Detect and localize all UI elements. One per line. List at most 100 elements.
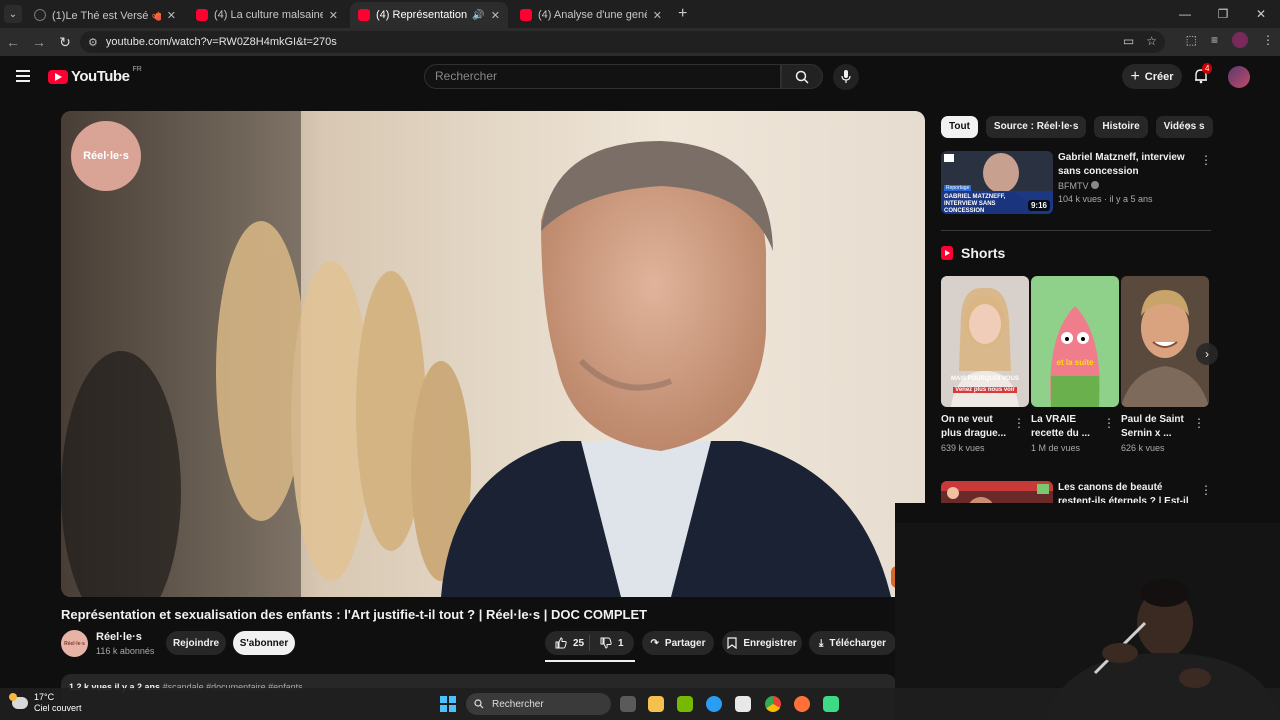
- short-thumbnail-image: [1121, 276, 1209, 407]
- chevron-right-icon[interactable]: ›: [1186, 119, 1190, 134]
- hamburger-menu-icon[interactable]: [16, 70, 30, 82]
- forward-icon[interactable]: →: [26, 34, 52, 50]
- file-explorer-icon[interactable]: [648, 696, 664, 712]
- recommendation-item[interactable]: Reportage GABRIEL MATZNEFF, INTERVIEW SA…: [941, 151, 1212, 214]
- search-input[interactable]: Rechercher: [424, 64, 781, 89]
- short-item[interactable]: MAIS POURQUOI VOUS Venez plus nous voir …: [941, 276, 1029, 453]
- short-views: 626 k vues: [1121, 443, 1165, 453]
- chip-videos[interactable]: Vidéos s: [1155, 116, 1213, 138]
- short-thumbnail[interactable]: [1121, 276, 1209, 407]
- short-item[interactable]: et la suite La VRAIE recette du ... 1 M …: [1031, 276, 1119, 453]
- new-tab-icon[interactable]: +: [678, 5, 687, 23]
- browser-tab-3[interactable]: (4) Représentation et sexua 🔊 ✕: [350, 2, 508, 28]
- weather-widget[interactable]: 17°C Ciel couvert: [9, 692, 82, 714]
- reading-list-icon[interactable]: ≡: [1211, 33, 1218, 47]
- weather-cloud-icon: [9, 693, 28, 709]
- tab-title: (4) Représentation et sexua: [376, 9, 468, 21]
- short-title[interactable]: La VRAIE recette du ...: [1031, 413, 1103, 441]
- share-icon: ↷: [650, 637, 659, 649]
- notifications-button[interactable]: 4: [1193, 63, 1213, 84]
- like-count: 25: [573, 637, 585, 649]
- site-info-icon[interactable]: ⚙: [88, 36, 98, 49]
- video-player[interactable]: Réel·le·s: [61, 111, 925, 597]
- verified-icon: [1091, 181, 1100, 189]
- short-thumbnail[interactable]: et la suite: [1031, 276, 1119, 407]
- short-title[interactable]: On ne veut plus drague...: [941, 413, 1013, 441]
- firefox-icon[interactable]: [794, 696, 810, 712]
- chip-source[interactable]: Source : Réel·le·s: [985, 116, 1087, 138]
- taskbar-search-label: Rechercher: [492, 698, 544, 710]
- channel-name[interactable]: Réel·le·s: [96, 631, 142, 643]
- notification-count-badge: 4: [1202, 63, 1213, 74]
- url-text: youtube.com/watch?v=RW0Z8H4mkGI&t=270s: [105, 36, 337, 48]
- profile-icon[interactable]: [1232, 32, 1248, 48]
- short-title[interactable]: Paul de Saint Sernin x ...: [1121, 413, 1193, 441]
- cast-icon[interactable]: ▭: [1123, 34, 1134, 48]
- short-thumbnail[interactable]: MAIS POURQUOI VOUS Venez plus nous voir: [941, 276, 1029, 407]
- short-thumbnail-image: [1031, 276, 1119, 407]
- account-avatar[interactable]: [1228, 66, 1250, 88]
- back-icon[interactable]: ←: [0, 34, 26, 50]
- chip-history[interactable]: Histoire: [1094, 116, 1148, 138]
- short-caption: et la suite: [1056, 358, 1094, 367]
- window-controls: — ❐ ✕: [1166, 0, 1280, 28]
- address-bar[interactable]: ⚙ youtube.com/watch?v=RW0Z8H4mkGI&t=270s…: [80, 31, 1165, 53]
- tab-close-icon[interactable]: ✕: [491, 9, 500, 22]
- short-views: 1 M de vues: [1031, 443, 1081, 453]
- more-options-icon[interactable]: ⋮: [1013, 416, 1025, 430]
- browser-tab-2[interactable]: (4) La culture malsaine du kawa ✕: [188, 2, 346, 28]
- browser-tab-4[interactable]: (4) Analyse d'une genèse : le "C ✕: [512, 2, 670, 28]
- taskbar-search[interactable]: Rechercher: [466, 693, 611, 715]
- share-button[interactable]: ↷ Partager: [642, 631, 714, 655]
- chip-all[interactable]: Tout: [941, 116, 978, 138]
- minimize-icon[interactable]: —: [1166, 0, 1204, 28]
- youtube-icon: [358, 9, 370, 21]
- recommendation-title[interactable]: Gabriel Matzneff, interview sans concess…: [1058, 151, 1198, 179]
- chrome-icon[interactable]: [765, 696, 781, 712]
- channel-avatar[interactable]: Réel·le·s: [61, 630, 88, 657]
- download-button[interactable]: ⤓ Télécharger: [809, 631, 896, 655]
- shorts-next-button[interactable]: ›: [1196, 343, 1218, 365]
- channel-label: BFMTV: [1058, 181, 1089, 191]
- youtube-icon: [520, 9, 532, 21]
- task-view-icon[interactable]: [620, 696, 636, 712]
- search-button[interactable]: [781, 64, 823, 89]
- edge-browser-icon[interactable]: [706, 696, 722, 712]
- download-icon: ⤓: [818, 637, 824, 649]
- chevron-right-icon: ›: [1205, 347, 1209, 361]
- bookmark-star-icon[interactable]: ☆: [1146, 34, 1157, 48]
- restore-icon[interactable]: ❐: [1204, 0, 1242, 28]
- microsoft-store-icon[interactable]: [735, 696, 751, 712]
- like-button[interactable]: 25: [545, 637, 589, 649]
- subscribe-button[interactable]: S'abonner: [233, 631, 295, 655]
- windows-start-icon[interactable]: [440, 696, 456, 712]
- tab-close-icon[interactable]: ✕: [167, 9, 176, 22]
- recommendation-channel[interactable]: BFMTV: [1058, 180, 1100, 193]
- join-button[interactable]: Rejoindre: [166, 631, 226, 655]
- tab-close-icon[interactable]: ✕: [329, 9, 338, 22]
- tab-search-icon[interactable]: ⌄: [4, 5, 22, 23]
- more-options-icon[interactable]: ⋮: [1200, 483, 1212, 497]
- tab-close-icon[interactable]: ✕: [653, 9, 662, 22]
- more-options-icon[interactable]: ⋮: [1200, 153, 1212, 167]
- save-button[interactable]: Enregistrer: [722, 631, 802, 655]
- extensions-icon[interactable]: ⬚: [1186, 33, 1197, 47]
- more-options-icon[interactable]: ⋮: [1103, 416, 1115, 430]
- reload-icon[interactable]: ↻: [52, 34, 78, 51]
- recommendation-meta: 104 k vues · il y a 5 ans: [1058, 194, 1153, 204]
- android-app-icon[interactable]: [823, 696, 839, 712]
- browser-tab-1[interactable]: (1)Le Thé est Versé 🫖☕😳 (@ ✕: [26, 2, 184, 28]
- video-thumbnail[interactable]: Reportage GABRIEL MATZNEFF, INTERVIEW SA…: [941, 151, 1053, 214]
- dislike-count: 1: [617, 637, 624, 649]
- region-code: FR: [132, 66, 142, 73]
- browser-menu-icon[interactable]: ⋮: [1262, 33, 1274, 47]
- speaker-icon[interactable]: 🔊: [472, 10, 484, 21]
- nvidia-icon[interactable]: [677, 696, 693, 712]
- voice-search-button[interactable]: [833, 64, 859, 90]
- close-window-icon[interactable]: ✕: [1242, 0, 1280, 28]
- short-item[interactable]: Paul de Saint Sernin x ... 626 k vues ⋮: [1121, 276, 1209, 453]
- dislike-button[interactable]: 1: [590, 637, 634, 649]
- youtube-logo[interactable]: YouTube FR: [48, 66, 142, 85]
- more-options-icon[interactable]: ⋮: [1193, 416, 1205, 430]
- create-button[interactable]: + Créer: [1122, 64, 1182, 89]
